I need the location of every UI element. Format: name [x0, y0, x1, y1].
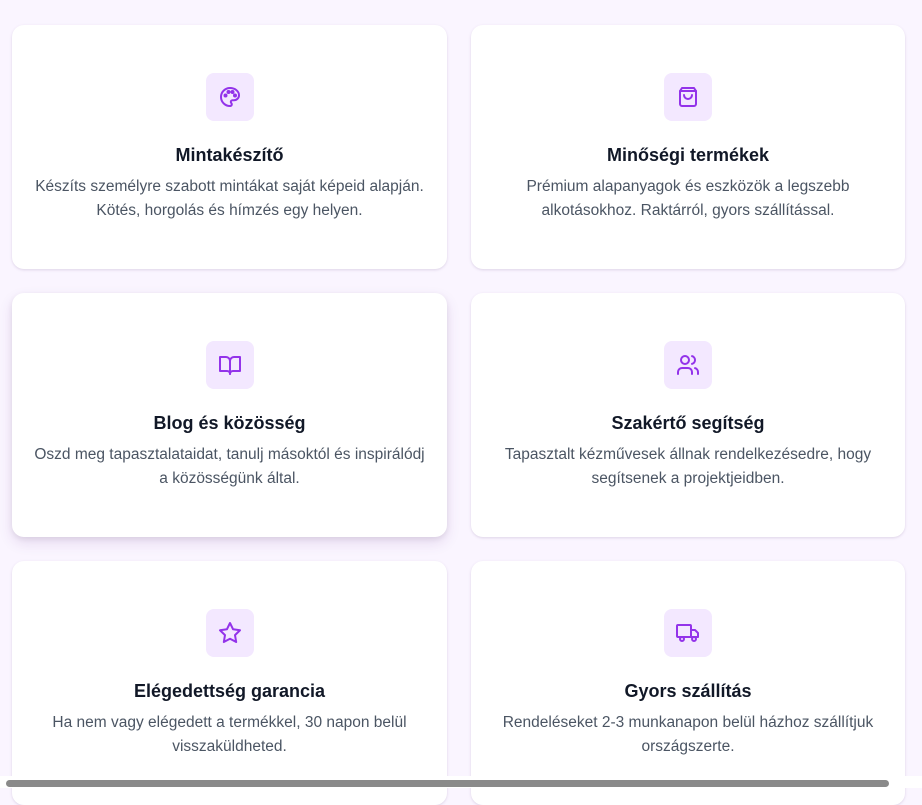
truck-icon [676, 624, 699, 642]
feature-card-pattern-maker: Mintakészítő Készíts személyre szabott m… [12, 25, 447, 269]
scrollbar-thumb[interactable] [6, 780, 889, 787]
feature-description: Prémium alapanyagok és eszközök a legsze… [526, 178, 850, 219]
users-icon [677, 355, 699, 375]
feature-card-expert-help: Szakértő segítség Tapasztalt kézművesek … [471, 293, 905, 537]
feature-card-fast-shipping: Gyors szállítás Rendeléseket 2-3 munkana… [471, 561, 905, 805]
feature-icon-badge [205, 341, 254, 389]
feature-card-quality-products: Minőségi termékek Prémium alapanyagok és… [471, 25, 905, 269]
feature-description: Oszd meg tapasztalataidat, tanulj másokt… [34, 446, 425, 487]
feature-title: Szakértő segítség [611, 413, 765, 433]
feature-icon-badge [664, 609, 712, 657]
shopping-bag-icon [679, 87, 697, 107]
feature-icon-badge [664, 73, 712, 121]
feature-icon-badge [205, 609, 254, 657]
feature-title: Minőségi termékek [606, 145, 770, 165]
feature-card-blog-community: Blog és közösség Oszd meg tapasztalataid… [12, 293, 447, 537]
horizontal-scrollbar[interactable] [0, 776, 922, 788]
feature-description: Tapasztalt kézművesek állnak rendelkezés… [504, 446, 872, 487]
features-grid: Mintakészítő Készíts személyre szabott m… [12, 25, 905, 805]
feature-title: Gyors szállítás [624, 681, 752, 701]
book-open-icon [218, 356, 241, 375]
feature-icon-badge [205, 73, 254, 121]
feature-description: Készíts személyre szabott mintákat saját… [35, 178, 424, 219]
feature-description: Rendeléseket 2-3 munkanapon belül házhoz… [502, 714, 874, 755]
star-icon [218, 622, 241, 644]
feature-card-satisfaction-guarantee: Elégedettség garancia Ha nem vagy eléged… [12, 561, 447, 805]
palette-icon [219, 87, 240, 107]
feature-description: Ha nem vagy elégedett a termékkel, 30 na… [52, 714, 407, 755]
feature-title: Blog és közösség [153, 413, 306, 433]
feature-title: Mintakészítő [175, 145, 284, 165]
feature-title: Elégedettség garancia [133, 681, 326, 701]
feature-icon-badge [664, 341, 712, 389]
